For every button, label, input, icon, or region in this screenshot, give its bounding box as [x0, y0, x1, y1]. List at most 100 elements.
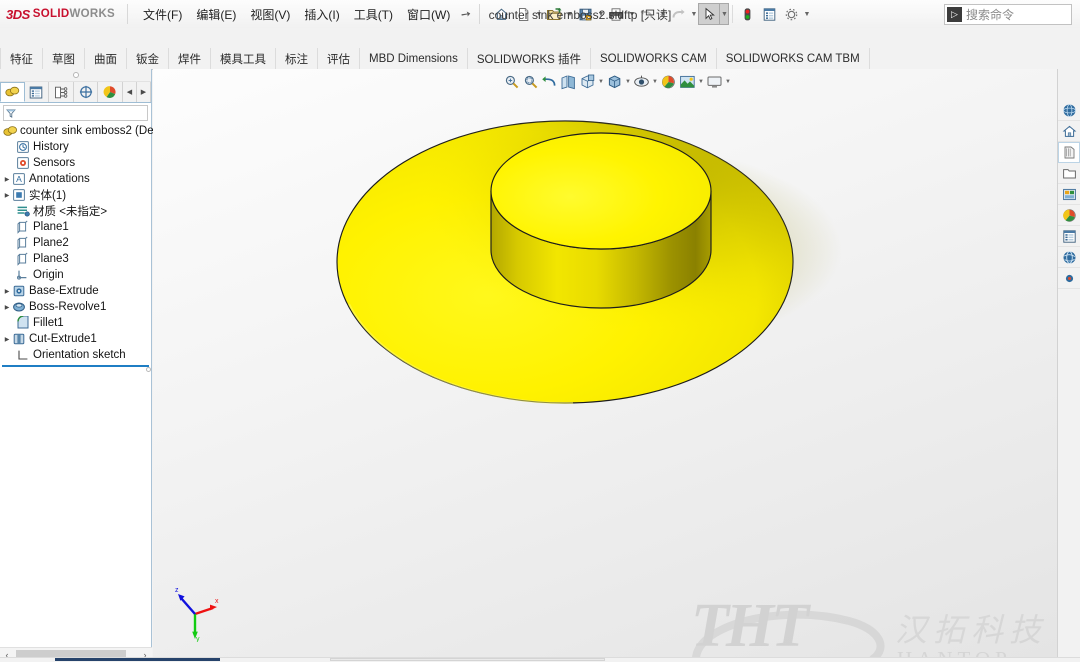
- new-document-icon[interactable]: [512, 3, 534, 25]
- custom-properties-icon[interactable]: [1058, 226, 1080, 247]
- history-icon: [17, 141, 29, 153]
- tab-mold-tools[interactable]: 模具工具: [210, 48, 276, 69]
- view-palette-icon[interactable]: [1058, 184, 1080, 205]
- tab-sketch[interactable]: 草图: [42, 48, 85, 69]
- tree-vertical-scroll-hint[interactable]: [145, 319, 151, 419]
- print-icon[interactable]: [605, 3, 627, 25]
- tree-tab-next-icon[interactable]: ▶: [137, 82, 151, 102]
- tab-weldments[interactable]: 焊件: [168, 48, 211, 69]
- tree-item-label: Fillet1: [33, 317, 64, 329]
- menu-tools[interactable]: 工具(T): [347, 2, 400, 27]
- panel-resize-grip[interactable]: [0, 69, 151, 82]
- open-folder-caret-icon[interactable]: ▼: [565, 3, 574, 25]
- svg-text:A: A: [16, 174, 22, 184]
- menu-window[interactable]: 窗口(W): [400, 2, 457, 27]
- tree-panel-tabs: ◀ ▶: [0, 82, 151, 103]
- file-properties-icon[interactable]: [758, 3, 780, 25]
- model-tab-hint[interactable]: [55, 658, 220, 661]
- tree-item-boss-revolve1[interactable]: ▶ Boss-Revolve1: [0, 299, 151, 315]
- tree-item-label: History: [33, 141, 69, 153]
- save-icon[interactable]: [574, 3, 596, 25]
- toolbar-divider: [732, 5, 734, 23]
- gear-icon[interactable]: [780, 3, 802, 25]
- chevron-right-icon[interactable]: ▶: [2, 288, 12, 295]
- chevron-right-icon[interactable]: ▶: [2, 304, 12, 311]
- graphics-area[interactable]: ▣ ▤ — ❐ ✕: [153, 69, 1057, 662]
- tree-item-history[interactable]: History: [0, 139, 151, 155]
- tab-solidworks-cam-tbm[interactable]: SOLIDWORKS CAM TBM: [715, 48, 870, 69]
- undo-icon[interactable]: [636, 3, 658, 25]
- part-document-icon: [3, 126, 17, 136]
- tab-sheet-metal[interactable]: 钣金: [126, 48, 169, 69]
- tab-solidworks-addins[interactable]: SOLIDWORKS 插件: [466, 48, 591, 69]
- tab-annotation[interactable]: 标注: [275, 48, 318, 69]
- menu-insert[interactable]: 插入(I): [297, 2, 346, 27]
- traffic-light-icon[interactable]: [736, 3, 758, 25]
- command-search-box[interactable]: ▷ 搜索命令: [944, 4, 1072, 25]
- tab-evaluate[interactable]: 评估: [317, 48, 360, 69]
- tree-item-cut-extrude1[interactable]: ▶ Cut-Extrude1: [0, 331, 151, 347]
- search-icon: ▷: [947, 7, 962, 22]
- file-explorer-icon[interactable]: [1058, 163, 1080, 184]
- tree-item-plane2[interactable]: Plane2: [0, 235, 151, 251]
- undo-caret-icon[interactable]: ▼: [658, 3, 667, 25]
- tab-surfaces[interactable]: 曲面: [84, 48, 127, 69]
- appearances-scenes-icon[interactable]: [1058, 205, 1080, 226]
- chevron-right-icon[interactable]: ▶: [2, 176, 12, 183]
- tree-item-plane3[interactable]: Plane3: [0, 251, 151, 267]
- open-folder-icon[interactable]: [543, 3, 565, 25]
- pushpin-icon[interactable]: ➚: [458, 5, 474, 22]
- collaborative-task-icon[interactable]: [1058, 268, 1080, 289]
- tree-item-label: Plane1: [33, 221, 69, 233]
- tree-item-base-extrude[interactable]: ▶ Base-Extrude: [0, 283, 151, 299]
- sensors-icon: [17, 157, 29, 169]
- cut-extrude-icon: [13, 333, 25, 345]
- tree-filter-box[interactable]: [3, 105, 148, 121]
- save-caret-icon[interactable]: ▼: [596, 3, 605, 25]
- chevron-right-icon[interactable]: ▶: [2, 192, 12, 199]
- tab-configuration-manager[interactable]: [49, 82, 74, 102]
- tab-display-manager[interactable]: [98, 82, 123, 102]
- gear-caret-icon[interactable]: ▼: [802, 3, 811, 25]
- select-caret-icon[interactable]: ▼: [720, 3, 730, 25]
- redo-caret-icon[interactable]: ▼: [689, 3, 698, 25]
- tree-item-origin[interactable]: Origin: [0, 267, 151, 283]
- tab-mbd-dimensions[interactable]: MBD Dimensions: [359, 48, 468, 69]
- grip-dot-icon: [72, 72, 79, 78]
- menu-edit[interactable]: 编辑(E): [189, 2, 243, 27]
- menu-file[interactable]: 文件(F): [136, 2, 189, 27]
- menu-view[interactable]: 视图(V): [243, 2, 297, 27]
- tree-item-fillet1[interactable]: Fillet1: [0, 315, 151, 331]
- tree-tab-prev-icon[interactable]: ◀: [123, 82, 137, 102]
- model-3d-render[interactable]: [153, 69, 1057, 662]
- home-icon[interactable]: [490, 3, 512, 25]
- tab-feature-manager[interactable]: [0, 82, 25, 102]
- triad-x-label: x: [215, 598, 219, 605]
- print-caret-icon[interactable]: ▼: [627, 3, 636, 25]
- home-task-icon[interactable]: [1058, 121, 1080, 142]
- tree-filter-input[interactable]: [15, 106, 147, 120]
- tree-item-orientation-sketch[interactable]: Orientation sketch: [0, 347, 151, 363]
- design-library-icon[interactable]: [1058, 142, 1080, 163]
- tab-features[interactable]: 特征: [0, 48, 43, 69]
- tab-solidworks-cam[interactable]: SOLIDWORKS CAM: [589, 48, 717, 69]
- tree-item-label: Plane2: [33, 237, 69, 249]
- chevron-right-icon[interactable]: ▶: [2, 336, 12, 343]
- 3dexperience-marketplace-icon[interactable]: [1058, 247, 1080, 268]
- tab-property-manager[interactable]: [25, 82, 50, 102]
- tree-item-part-root[interactable]: counter sink emboss2 (Defa: [0, 123, 163, 139]
- select-cursor-icon[interactable]: [698, 3, 721, 25]
- redo-icon[interactable]: [667, 3, 689, 25]
- extrude-icon: [13, 285, 25, 297]
- 3d-content-central-icon[interactable]: [1058, 100, 1080, 121]
- tree-item-plane1[interactable]: Plane1: [0, 219, 151, 235]
- tree-item-annotations[interactable]: ▶ A Annotations: [0, 171, 151, 187]
- tree-item-label: 实体(1): [29, 190, 67, 202]
- tab-dimxpert-manager[interactable]: [74, 82, 99, 102]
- tree-item-solid-bodies[interactable]: ▶ 实体(1): [0, 187, 151, 203]
- tree-item-material[interactable]: 材质 <未指定>: [0, 203, 151, 219]
- new-document-caret-icon[interactable]: ▼: [534, 3, 543, 25]
- rollback-bar[interactable]: [2, 365, 149, 367]
- tree-item-sensors[interactable]: Sensors: [0, 155, 151, 171]
- tree-item-label: Sensors: [33, 157, 76, 169]
